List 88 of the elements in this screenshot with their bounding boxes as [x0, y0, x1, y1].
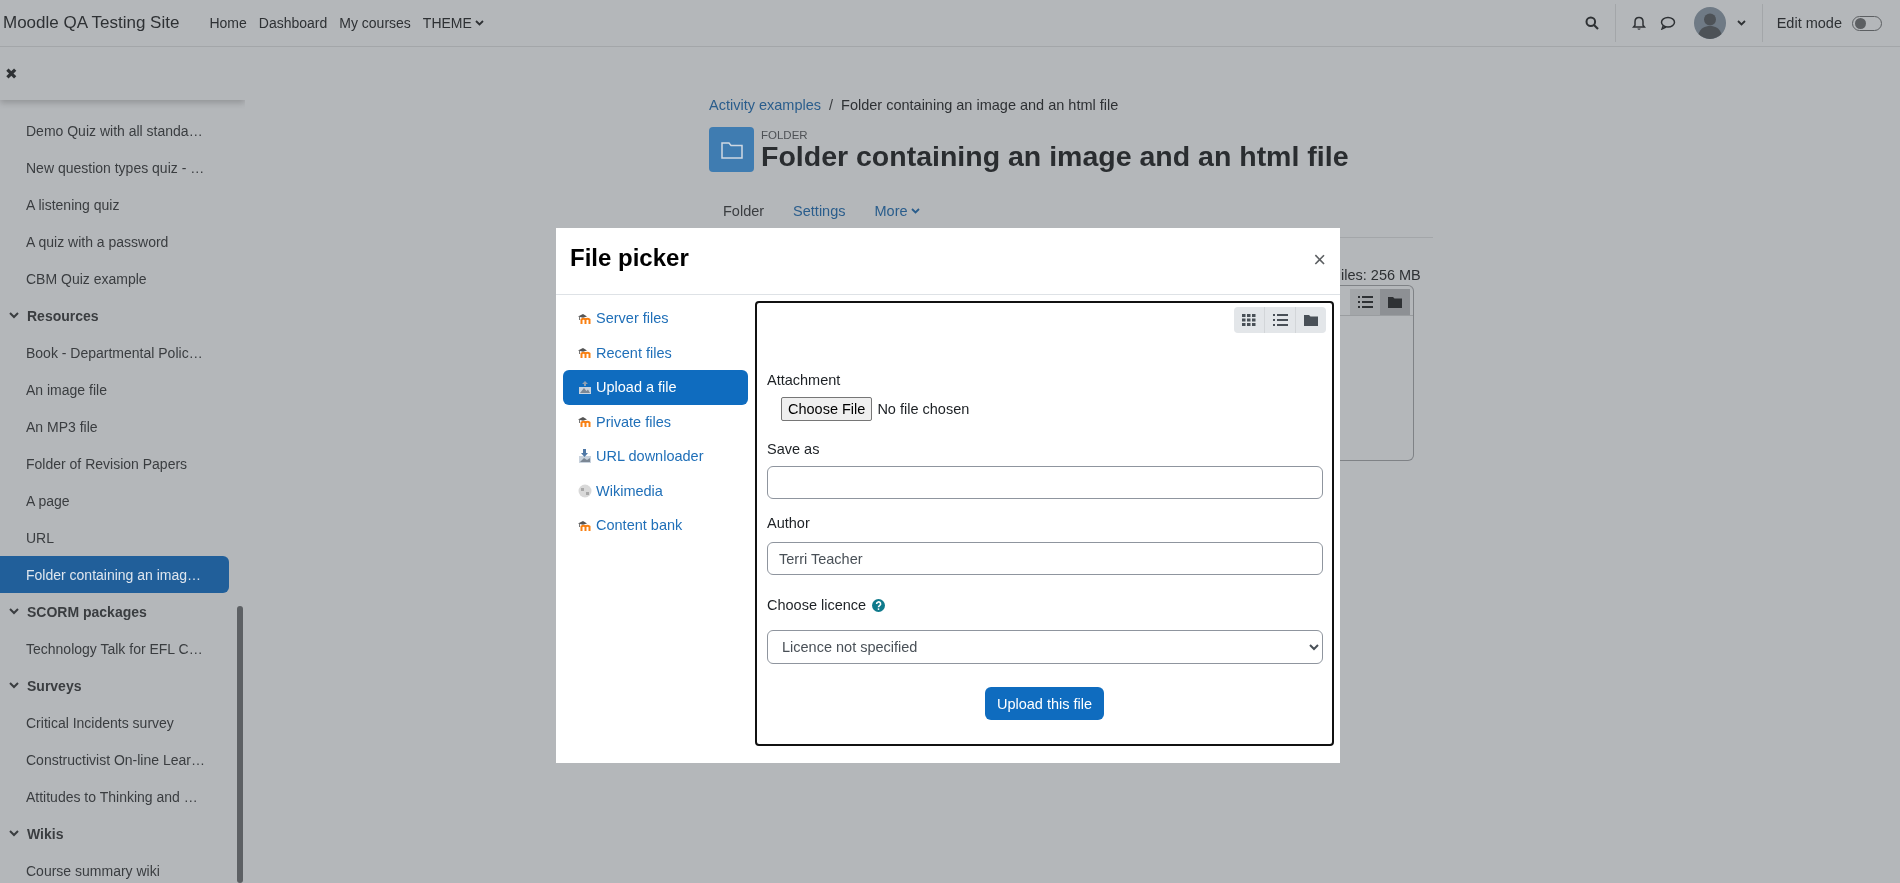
scrollbar[interactable] [237, 606, 243, 883]
tab[interactable]: More [874, 203, 920, 220]
course-index-item[interactable]: Course summary wiki [0, 852, 229, 883]
list-icon [1272, 314, 1288, 326]
caret-icon [910, 208, 920, 215]
folder-view-button[interactable] [1380, 289, 1410, 316]
list-view-button[interactable] [1264, 307, 1295, 333]
chat-icon[interactable] [1659, 16, 1676, 30]
repository-item[interactable]: Server files [563, 301, 748, 336]
section-title[interactable]: Resources [27, 307, 99, 324]
course-index-item[interactable]: Technology Talk for EFL C… [0, 630, 229, 667]
field-label: Save as [767, 441, 821, 457]
page-title: Folder containing an image and an html file [761, 141, 1349, 173]
repository-item[interactable]: Wikimedia [563, 473, 748, 508]
repository-item[interactable]: Recent files [563, 335, 748, 370]
course-index-item[interactable]: Book - Departmental Polic… [0, 334, 229, 371]
nav-link[interactable]: Home [203, 15, 253, 31]
folder-icon [709, 127, 754, 172]
course-index-item[interactable]: New question types quiz - … [0, 149, 229, 186]
close-button[interactable]: × [1313, 247, 1326, 273]
tab[interactable]: Folder [723, 203, 765, 220]
tab[interactable]: Settings [793, 203, 846, 220]
breadcrumb-link[interactable]: Activity examples [709, 97, 821, 113]
menu-dropdown[interactable]: THEME [416, 15, 490, 31]
course-index-item[interactable]: A page [0, 482, 229, 519]
breadcrumb-separator: / [829, 97, 834, 113]
course-index-item[interactable]: An MP3 file [0, 408, 229, 445]
course-index-item[interactable]: An image file [0, 371, 229, 408]
course-index-item[interactable]: Critical Incidents survey [0, 704, 229, 741]
licence-select[interactable]: Licence not specified [767, 630, 1323, 664]
section-title[interactable]: Surveys [27, 677, 82, 694]
dialog-title: File picker [570, 244, 689, 272]
breadcrumb-current: Folder containing an image and an html file [841, 97, 1119, 113]
course-index-item[interactable]: Demo Quiz with all standa… [0, 112, 229, 149]
folder-icon [1304, 314, 1318, 326]
upload-button[interactable]: Upload this file [984, 687, 1105, 720]
caret-icon [474, 20, 484, 26]
help-icon[interactable] [872, 598, 886, 612]
edit-mode-label: Edit mode [1776, 15, 1842, 31]
folder-view-button[interactable] [1295, 307, 1326, 333]
chevron-icon[interactable] [9, 682, 19, 689]
grid-icon [1242, 314, 1256, 326]
course-index-item[interactable]: CBM Quiz example [0, 260, 229, 297]
module-type: FOLDER [761, 129, 809, 141]
repository-item[interactable]: Private files [563, 404, 748, 439]
chevron-icon[interactable] [9, 830, 19, 837]
repository-item[interactable]: URL downloader [563, 439, 748, 474]
site-name[interactable]: Moodle QA Testing Site [3, 13, 180, 33]
file-status: No file chosen [877, 401, 970, 417]
chevron-icon[interactable] [9, 312, 19, 319]
field-label: Attachment [767, 372, 842, 388]
course-index-item[interactable]: Attitudes to Thinking and … [0, 778, 229, 815]
repository-item[interactable]: Content bank [563, 508, 748, 543]
course-index-item[interactable]: URL [0, 519, 229, 556]
section-title[interactable]: SCORM packages [27, 603, 147, 620]
close-icon[interactable]: ✖ [5, 64, 18, 83]
search-icon[interactable] [1584, 16, 1599, 30]
grid-view-button[interactable] [1234, 307, 1264, 333]
download-icon [578, 449, 592, 464]
chevron-icon[interactable] [9, 608, 19, 615]
folder-icon [1388, 296, 1402, 309]
logo-icon [578, 519, 592, 531]
course-index-item[interactable]: Folder containing an imag… [0, 556, 229, 593]
quota-text: iles: 256 MB [1341, 267, 1421, 284]
nav-link[interactable]: My courses [333, 15, 417, 31]
course-index-item[interactable]: A listening quiz [0, 186, 229, 223]
course-index-item[interactable]: Constructivist On-line Lear… [0, 741, 229, 778]
logo-icon [578, 312, 592, 324]
caret-icon [1736, 20, 1746, 26]
logo-icon [578, 347, 592, 359]
field-label: Choose licence [767, 597, 867, 613]
author-field[interactable]: Terri Teacher [767, 542, 1323, 575]
bell-icon[interactable] [1631, 15, 1646, 31]
choose-file-button[interactable]: Choose File [781, 397, 873, 421]
edit-mode-toggle[interactable] [1852, 15, 1882, 31]
avatar[interactable] [1693, 7, 1726, 39]
logo-icon [578, 416, 592, 428]
globe-icon [578, 483, 592, 498]
upload-icon [578, 380, 592, 394]
list-view-button[interactable] [1350, 289, 1380, 316]
section-title[interactable]: Wikis [27, 825, 64, 842]
field-label: Author [767, 515, 811, 531]
course-index-item[interactable]: Folder of Revision Papers [0, 445, 229, 482]
nav-link[interactable]: Dashboard [252, 15, 334, 31]
list-icon [1357, 296, 1373, 309]
save-as-field[interactable] [767, 466, 1323, 499]
repository-item[interactable]: Upload a file [563, 370, 748, 405]
course-index-item[interactable]: A quiz with a password [0, 223, 229, 260]
